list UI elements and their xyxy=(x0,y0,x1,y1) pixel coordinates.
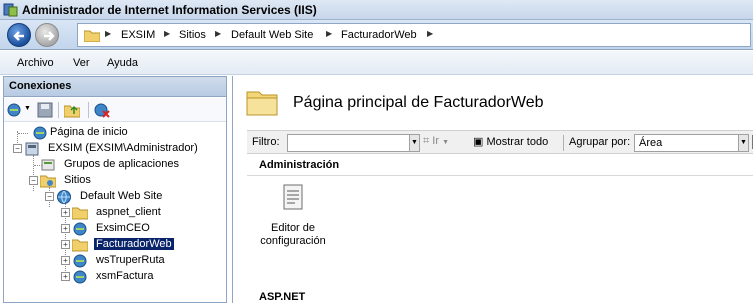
show-all-icon: ▣ xyxy=(473,136,484,148)
group-by-value: Área xyxy=(639,137,663,149)
tree-node-label: Grupos de aplicaciones xyxy=(64,158,179,170)
connect-icon[interactable] xyxy=(7,102,23,118)
menu-ayuda[interactable]: Ayuda xyxy=(107,57,138,69)
breadcrumb-separator-icon[interactable]: ▶ xyxy=(427,29,433,38)
tree-node-label: aspnet_client xyxy=(96,206,161,218)
address-bar[interactable]: ▶ EXSIM ▶ Sitios ▶ Default Web Site ▶ Fa… xyxy=(77,23,751,47)
connections-pane: Conexiones ▼ Página de inicio − EXSIM (E… xyxy=(3,76,227,303)
globe-icon xyxy=(57,190,71,204)
start-page-icon xyxy=(33,126,47,140)
chevron-down-icon[interactable]: ▼ xyxy=(24,105,31,112)
chevron-down-icon[interactable]: ▼ xyxy=(738,135,748,151)
menu-ver[interactable]: Ver xyxy=(73,57,90,69)
tree-node-label: Default Web Site xyxy=(80,190,163,202)
toolbar-divider xyxy=(88,102,89,118)
go-button[interactable]: ⌗ Ir ▼ xyxy=(423,135,449,148)
sites-folder-icon xyxy=(40,175,56,188)
tree-node-label: ExsimCEO xyxy=(96,222,150,234)
up-folder-icon[interactable] xyxy=(64,102,80,118)
window-title: Administrador de Internet Information Se… xyxy=(22,3,317,17)
forward-button[interactable] xyxy=(35,23,59,47)
toolbar-divider xyxy=(563,135,564,151)
collapse-icon[interactable]: − xyxy=(45,192,54,201)
collapse-icon[interactable]: − xyxy=(29,176,38,185)
arrow-right-icon xyxy=(44,31,55,41)
connections-header: Conexiones xyxy=(4,77,226,97)
arrow-left-icon xyxy=(13,31,24,41)
iis-app-icon xyxy=(3,3,18,17)
breadcrumb-facturadorweb[interactable]: FacturadorWeb xyxy=(341,29,417,41)
group-by-label: Agrupar por: xyxy=(569,136,631,148)
collapse-icon[interactable]: − xyxy=(13,144,22,153)
feature-config-editor[interactable]: Editor de configuración xyxy=(255,183,331,248)
disconnect-icon[interactable] xyxy=(94,102,110,118)
tree-node-label: Sitios xyxy=(64,174,91,186)
web-app-icon xyxy=(73,222,87,236)
folder-icon xyxy=(84,30,100,42)
breadcrumb-exsim[interactable]: EXSIM xyxy=(121,29,155,41)
title-bar: Administrador de Internet Information Se… xyxy=(0,0,753,20)
toolbar-divider xyxy=(58,102,59,118)
section-divider xyxy=(247,175,753,176)
tree-line xyxy=(18,133,28,134)
server-icon xyxy=(25,142,39,156)
show-all-label: Mostrar todo xyxy=(486,136,549,148)
group-by-select[interactable]: Área ▼ xyxy=(634,134,749,152)
tree-line xyxy=(33,155,34,191)
tree-node-label: wsTruperRuta xyxy=(96,254,165,266)
breadcrumb-sitios[interactable]: Sitios xyxy=(179,29,206,41)
go-label: Ir xyxy=(432,135,439,147)
folder-icon xyxy=(72,239,88,252)
app-pool-icon xyxy=(41,159,55,171)
breadcrumb-separator-icon[interactable]: ▶ xyxy=(215,29,221,38)
show-all-button[interactable]: ▣ Mostrar todo xyxy=(473,135,548,148)
chevron-down-icon[interactable]: ▼ xyxy=(409,135,419,151)
feature-label: Editor de configuración xyxy=(260,222,326,247)
page-title: Página principal de FacturadorWeb xyxy=(293,94,544,111)
tree-node-label: xsmFactura xyxy=(96,270,154,282)
tree-node-label: EXSIM (EXSIM\Administrador) xyxy=(48,142,198,154)
breadcrumb-separator-icon[interactable]: ▶ xyxy=(326,29,332,38)
tree-node-label: Página de inicio xyxy=(50,126,128,138)
features-pane: Página principal de FacturadorWeb Filtro… xyxy=(232,76,753,303)
navigation-bar: ▶ EXSIM ▶ Sitios ▶ Default Web Site ▶ Fa… xyxy=(0,20,753,50)
web-app-icon xyxy=(73,270,87,284)
expand-icon[interactable]: + xyxy=(61,208,70,217)
section-administracion: Administración xyxy=(259,159,340,171)
folder-icon xyxy=(72,207,88,220)
menu-archivo[interactable]: Archivo xyxy=(17,57,54,69)
binoculars-icon: ⌗ xyxy=(423,135,430,147)
expand-icon[interactable]: + xyxy=(61,224,70,233)
config-editor-icon xyxy=(283,184,303,210)
filter-label: Filtro: xyxy=(252,136,280,148)
expand-icon[interactable]: + xyxy=(61,256,70,265)
web-app-icon xyxy=(73,254,87,268)
save-icon[interactable] xyxy=(37,102,53,118)
breadcrumb-separator-icon[interactable]: ▶ xyxy=(164,29,170,38)
back-button[interactable] xyxy=(7,23,31,47)
breadcrumb-separator-icon[interactable]: ▶ xyxy=(105,29,111,38)
expand-icon[interactable]: + xyxy=(61,240,70,249)
folder-icon xyxy=(246,91,278,116)
expand-icon[interactable]: + xyxy=(61,272,70,281)
connections-toolbar: ▼ xyxy=(4,98,226,122)
filter-bar: Filtro: ▼ ⌗ Ir ▼ ▣ Mostrar todo Agrupar … xyxy=(247,130,753,154)
breadcrumb-default-web-site[interactable]: Default Web Site xyxy=(231,29,313,41)
chevron-down-icon: ▼ xyxy=(442,139,449,146)
menu-bar: Archivo Ver Ayuda xyxy=(0,51,753,75)
tree-node-label: FacturadorWeb xyxy=(94,238,174,250)
section-aspnet: ASP.NET xyxy=(259,291,306,303)
filter-input[interactable]: ▼ xyxy=(287,134,420,152)
